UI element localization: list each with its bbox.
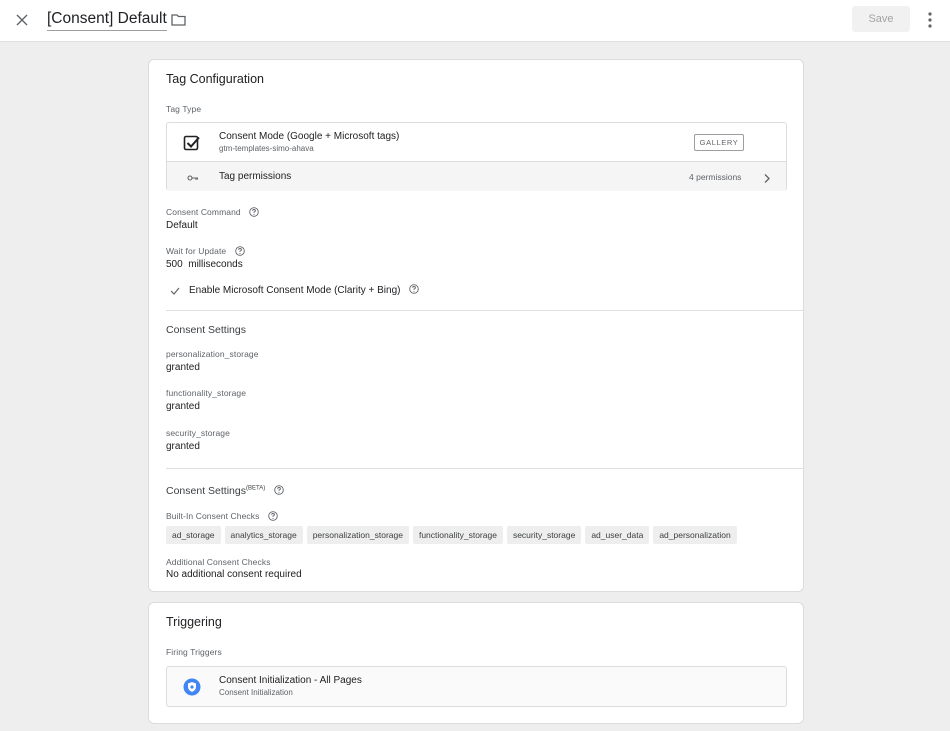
divider xyxy=(166,468,804,469)
template-row[interactable]: Consent Mode (Google + Microsoft tags) g… xyxy=(167,123,786,162)
consent-command-label-text: Consent Command xyxy=(166,207,241,217)
triggering-title: Triggering xyxy=(166,615,222,629)
consent-chip: ad_storage xyxy=(166,526,221,544)
tag-type-box: Consent Mode (Google + Microsoft tags) g… xyxy=(166,122,787,191)
trigger-row[interactable]: Consent Initialization - All Pages Conse… xyxy=(166,666,787,707)
microsoft-consent-mode-label: Enable Microsoft Consent Mode (Clarity +… xyxy=(189,284,420,296)
setting-name: security_storage xyxy=(166,428,230,438)
more-vert-icon[interactable] xyxy=(922,10,938,30)
consent-chip: analytics_storage xyxy=(224,526,303,544)
chevron-right-icon xyxy=(762,171,772,183)
builtin-checks-label-text: Built-In Consent Checks xyxy=(166,511,260,521)
divider xyxy=(166,310,804,311)
builtin-checks-chips: ad_storage analytics_storage personaliza… xyxy=(166,526,737,544)
save-button[interactable]: Save xyxy=(852,6,910,32)
tag-name-field[interactable]: [Consent] Default xyxy=(47,9,167,31)
consent-trigger-icon xyxy=(183,678,201,696)
help-circle-icon[interactable] xyxy=(268,510,278,521)
help-circle-icon[interactable] xyxy=(274,485,284,495)
consent-chip: ad_personalization xyxy=(653,526,737,544)
key-icon xyxy=(187,171,199,183)
consent-chip: security_storage xyxy=(506,526,582,544)
setting-value: granted xyxy=(166,401,200,412)
firing-triggers-label: Firing Triggers xyxy=(166,647,222,657)
consent-settings-title: Consent Settings xyxy=(166,324,246,336)
top-bar: [Consent] Default Save xyxy=(0,0,950,42)
microsoft-consent-mode-text: Enable Microsoft Consent Mode (Clarity +… xyxy=(189,285,401,296)
setting-name: personalization_storage xyxy=(166,349,259,359)
gallery-button[interactable]: GALLERY xyxy=(694,134,744,151)
beta-badge: (BETA) xyxy=(245,485,266,492)
wait-for-update-label: Wait for Update xyxy=(166,245,245,257)
additional-checks-label: Additional Consent Checks xyxy=(166,557,271,567)
template-source: gtm-templates-simo-ahava xyxy=(219,144,314,153)
setting-name: functionality_storage xyxy=(166,388,247,398)
help-circle-icon[interactable] xyxy=(409,284,420,295)
wait-for-update-label-text: Wait for Update xyxy=(166,246,227,256)
consent-chip: functionality_storage xyxy=(412,526,503,544)
checkbox-checked-icon xyxy=(183,134,201,152)
check-icon xyxy=(170,286,180,296)
additional-checks-value: No additional consent required xyxy=(166,569,302,580)
consent-settings-beta-text: Consent Settings xyxy=(166,485,246,497)
tag-configuration-card[interactable]: Tag Configuration Tag Type Consent Mode … xyxy=(148,59,804,592)
tag-permissions-row[interactable]: Tag permissions 4 permissions xyxy=(167,162,786,191)
builtin-checks-label: Built-In Consent Checks xyxy=(166,510,278,522)
tag-configuration-title: Tag Configuration xyxy=(166,72,264,86)
trigger-name: Consent Initialization - All Pages xyxy=(219,675,362,686)
help-circle-icon[interactable] xyxy=(249,206,259,217)
setting-value: granted xyxy=(166,362,200,373)
triggering-card[interactable]: Triggering Firing Triggers Consent Initi… xyxy=(148,602,804,724)
help-circle-icon[interactable] xyxy=(234,245,245,256)
tag-permissions-label: Tag permissions xyxy=(219,171,292,182)
consent-settings-beta-title: Consent Settings(BETA) xyxy=(166,485,284,497)
consent-chip: personalization_storage xyxy=(306,526,409,544)
tag-type-label: Tag Type xyxy=(166,104,202,114)
template-name: Consent Mode (Google + Microsoft tags) xyxy=(219,131,400,142)
trigger-type: Consent Initialization xyxy=(219,688,293,697)
consent-command-value: Default xyxy=(166,220,198,231)
folder-icon[interactable] xyxy=(170,11,187,28)
consent-chip: ad_user_data xyxy=(585,526,650,544)
wait-for-update-value: 500 milliseconds xyxy=(166,259,243,270)
permissions-count: 4 permissions xyxy=(689,172,742,182)
close-icon[interactable] xyxy=(12,10,32,30)
consent-command-label: Consent Command xyxy=(166,206,259,218)
setting-value: granted xyxy=(166,441,200,452)
